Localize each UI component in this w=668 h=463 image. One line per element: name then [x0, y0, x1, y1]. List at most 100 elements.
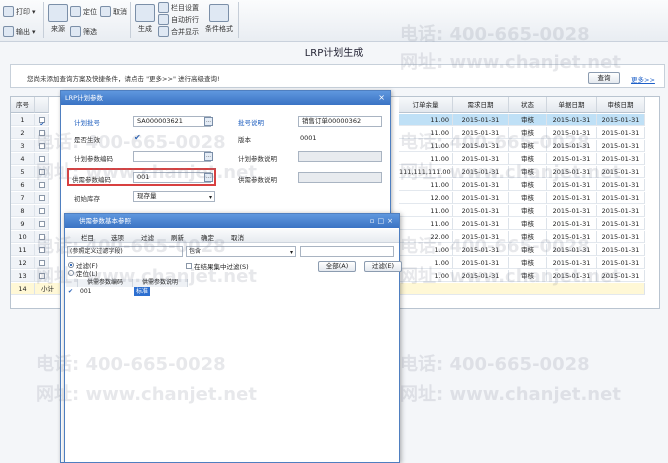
total-row-no: 14: [11, 283, 35, 295]
watermark: 网址: www.chanjet.net: [400, 266, 621, 287]
watermark: 网址: www.chanjet.net: [36, 384, 257, 405]
more-link[interactable]: 更多>>: [631, 74, 655, 84]
merge-display-button[interactable]: 合并显示: [158, 26, 199, 37]
table-cell-no: 10: [11, 231, 35, 243]
watermark: 电话: 400-665-0028: [400, 24, 590, 45]
columns-icon: [158, 2, 169, 13]
funnel-icon: [70, 26, 81, 37]
table-cell-status: 审核: [509, 218, 547, 230]
table-cell-audit: 2015-01-31: [597, 140, 645, 152]
window-controls[interactable]: ▫□×: [370, 214, 396, 228]
initial-inventory-select[interactable]: 现存量 ▾: [133, 191, 215, 202]
chevron-down-icon: ▾: [32, 7, 36, 16]
checkbox-icon: [38, 208, 45, 214]
plan-no-input[interactable]: SA000003621: [133, 116, 211, 127]
column-header[interactable]: 订单余量: [399, 97, 453, 113]
value-input[interactable]: [300, 246, 394, 257]
plan-no-label: 计划批号: [74, 119, 100, 127]
generate-button[interactable]: 生成: [135, 4, 155, 34]
table-cell-need: 2015-01-31: [453, 192, 509, 204]
print-button[interactable]: 打印 ▾: [3, 6, 36, 17]
checkmark-icon: [135, 4, 155, 22]
cancel-button[interactable]: 取消: [231, 232, 244, 242]
table-cell-need: 2015-01-31: [453, 114, 509, 126]
cancel-button[interactable]: 取消: [100, 6, 127, 17]
toolbar-divider: [43, 2, 44, 38]
table-cell-no: 2: [11, 127, 35, 139]
watermark: 网址: www.chanjet.net: [400, 384, 621, 405]
table-cell-no: 9: [11, 218, 35, 230]
locate-button[interactable]: 定位: [70, 6, 97, 17]
initial-inventory-label: 初始库存: [74, 195, 100, 203]
source-button[interactable]: 来源: [48, 4, 68, 34]
table-cell-audit: 2015-01-31: [597, 218, 645, 230]
column-header[interactable]: 需求日期: [453, 97, 509, 113]
table-cell-no: 6: [11, 179, 35, 191]
supply-param-desc-input: [298, 172, 382, 183]
column-header[interactable]: 状态: [509, 97, 547, 113]
export-icon: [3, 26, 14, 37]
table-cell-need: 2015-01-31: [453, 218, 509, 230]
column-settings-button[interactable]: 栏目设置: [158, 2, 199, 13]
table-cell-audit: 2015-01-31: [597, 231, 645, 243]
magnifier-icon: [48, 4, 68, 22]
column-header[interactable]: 序号: [11, 97, 35, 113]
row-checkbox[interactable]: [35, 192, 49, 204]
dialog-title: 供需参数基本参照: [79, 217, 131, 225]
version-label: 版本: [238, 136, 251, 144]
table-cell-need: 2015-01-31: [453, 205, 509, 217]
toolbar-divider: [238, 2, 239, 38]
table-cell-no: 4: [11, 153, 35, 165]
watermark: 电话: 400-665-0028: [400, 132, 590, 153]
table-cell-no: 5: [11, 166, 35, 178]
table-cell-doc: 2015-01-31: [547, 218, 597, 230]
locate-icon: [70, 6, 81, 17]
table-cell-status: 审核: [509, 192, 547, 204]
column-header[interactable]: [35, 97, 49, 113]
table-cell-qty: 11.00: [399, 205, 453, 217]
table-cell-audit: 2015-01-31: [597, 114, 645, 126]
table-cell-no: 3: [11, 140, 35, 152]
chevron-down-icon: ▾: [289, 249, 293, 256]
table-cell-doc: 2015-01-31: [547, 192, 597, 204]
checkbox-icon: ✔: [38, 117, 45, 125]
watermark: 电话: 400-665-0028: [400, 236, 590, 257]
filter-apply-button[interactable]: 过滤(E): [364, 261, 402, 272]
checkmark-icon: ✔: [68, 288, 74, 295]
checkbox-icon: [38, 195, 45, 201]
watermark: 网址: www.chanjet.net: [400, 52, 621, 73]
watermark: 网址: www.chanjet.net: [36, 162, 257, 183]
output-button[interactable]: 输出 ▾: [3, 26, 36, 37]
condition-format-button[interactable]: 条件格式: [205, 4, 233, 34]
checkbox-icon: [38, 221, 45, 227]
table-cell-qty: 11.00: [399, 114, 453, 126]
row-checkbox[interactable]: [35, 218, 49, 230]
filter-button[interactable]: 筛选: [70, 26, 97, 37]
wrap-icon: [158, 14, 169, 25]
column-header[interactable]: 审核日期: [597, 97, 645, 113]
merge-icon: [158, 26, 169, 37]
auto-fold-button[interactable]: 自动折行: [158, 14, 199, 25]
watermark: 电话: 400-665-0028: [36, 132, 226, 153]
table-row[interactable]: ✔ 001 标准: [68, 287, 188, 296]
version-value: 0001: [300, 134, 317, 142]
toolbar-divider: [130, 2, 131, 38]
chevron-down-icon: ▾: [208, 194, 212, 201]
row-checkbox[interactable]: [35, 205, 49, 217]
row-checkbox[interactable]: ✔: [35, 114, 49, 126]
batch-desc-label: 批号说明: [238, 119, 264, 127]
format-icon: [209, 4, 229, 22]
table-cell-qty: 12.00: [399, 192, 453, 204]
dialog-title-bar: LRP计划参数 ×: [61, 91, 390, 105]
close-icon: [100, 6, 111, 17]
table-cell-no: 11: [11, 244, 35, 256]
lookup-icon[interactable]: …: [204, 117, 213, 126]
column-header[interactable]: 单据日期: [547, 97, 597, 113]
all-button[interactable]: 全部(A): [318, 261, 356, 272]
table-cell-no: 13: [11, 270, 35, 282]
table-cell-status: 审核: [509, 114, 547, 126]
table-cell-audit: 2015-01-31: [597, 127, 645, 139]
batch-desc-input[interactable]: 销售订单00000362: [298, 116, 382, 127]
close-icon[interactable]: ×: [378, 91, 385, 105]
dialog-title: LRP计划参数: [65, 94, 104, 102]
